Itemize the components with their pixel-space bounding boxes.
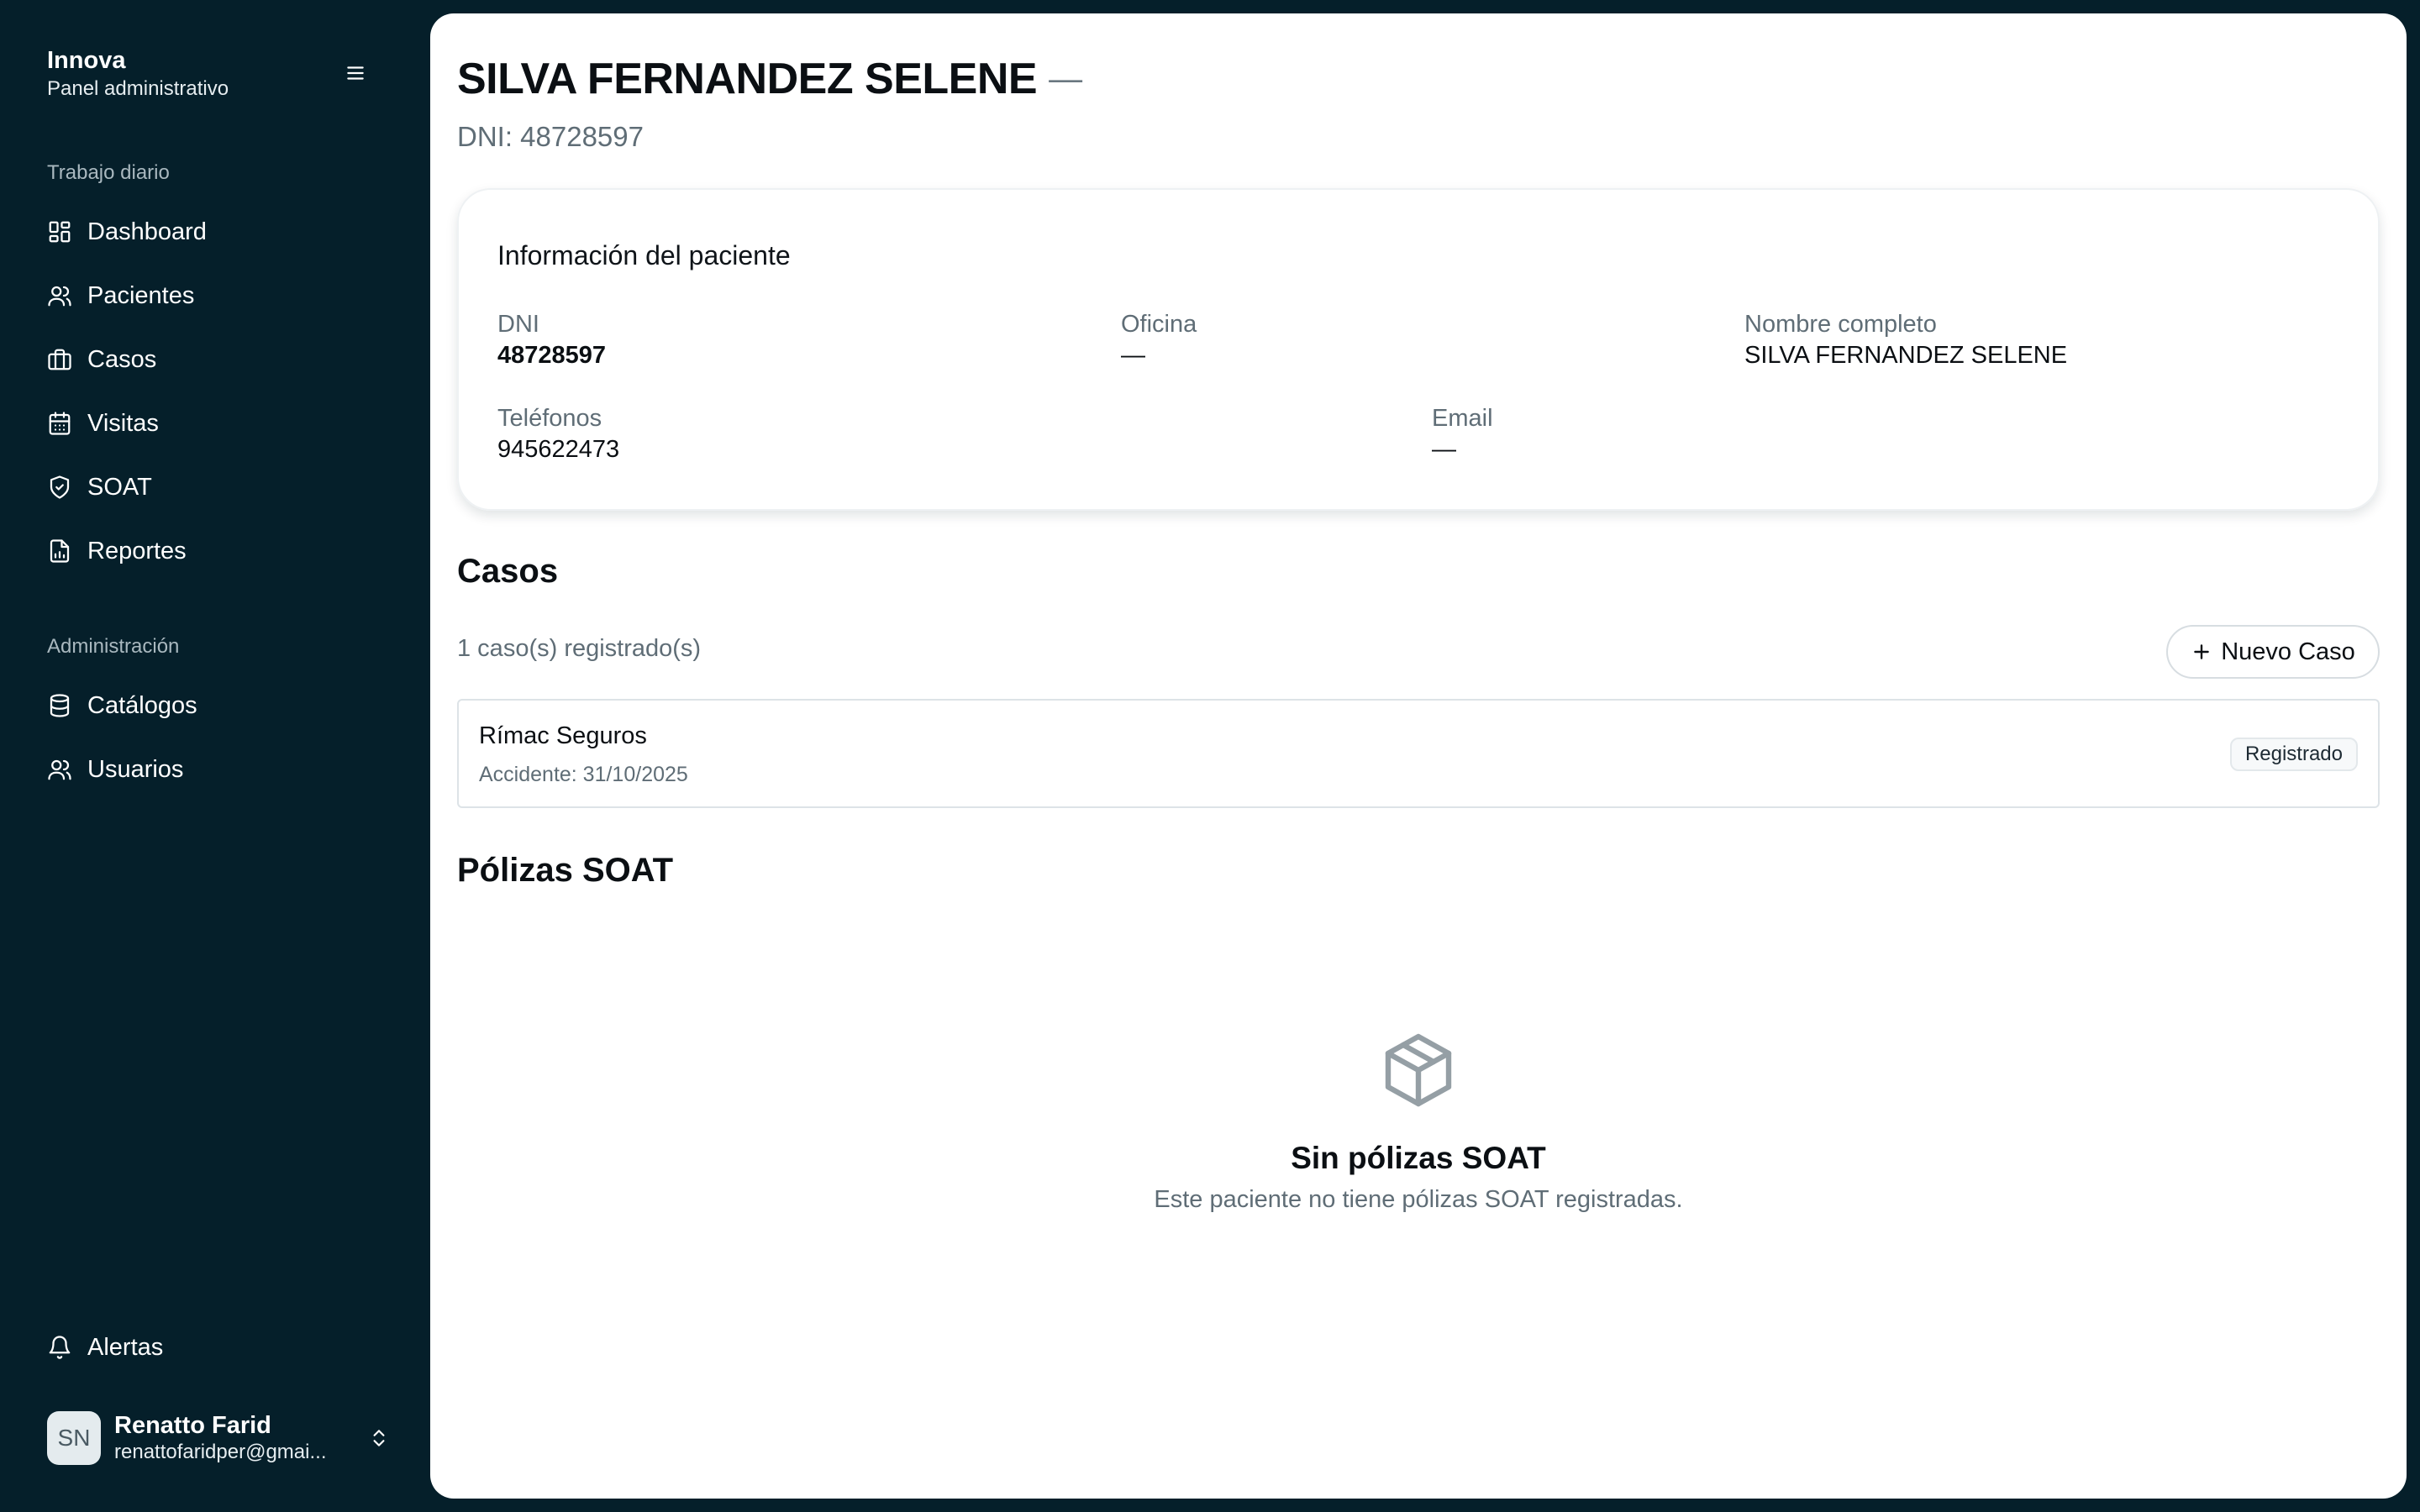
chevrons-up-down-icon[interactable] xyxy=(366,1425,392,1451)
page-title: SILVA FERNANDEZ SELENE xyxy=(457,55,1038,103)
page-subtitle: DNI: 48728597 xyxy=(457,121,644,152)
field-email: Email — xyxy=(1432,403,1493,465)
soat-title: Pólizas SOAT xyxy=(457,852,674,889)
cases-count: 1 caso(s) registrado(s) xyxy=(457,635,702,662)
title-row: SILVA FERNANDEZ SELENE — xyxy=(457,54,1082,104)
sidebar-item-reportes[interactable]: Reportes xyxy=(47,531,400,571)
sidebar-item-catalogos[interactable]: Catálogos xyxy=(47,685,400,726)
sidebar-item-pacientes[interactable]: Pacientes xyxy=(47,276,400,316)
sidebar-item-soat[interactable]: SOAT xyxy=(47,467,400,507)
users-icon xyxy=(47,757,72,782)
sidebar-item-label: Reportes xyxy=(87,537,187,564)
section-label-admin: Administración xyxy=(47,635,180,658)
field-value: SILVA FERNANDEZ SELENE xyxy=(1744,342,2068,369)
field-value: — xyxy=(1121,342,1145,369)
shield-icon xyxy=(47,475,72,500)
user-email: renattofaridper@gmai... xyxy=(114,1441,327,1463)
field-telefonos: Teléfonos 945622473 xyxy=(497,403,619,465)
field-label: Teléfonos xyxy=(497,405,602,432)
users-icon xyxy=(47,283,72,308)
case-row[interactable]: Rímac Seguros Accidente: 31/10/2025 Regi… xyxy=(457,699,2380,808)
section-label-daily: Trabajo diario xyxy=(47,161,170,184)
card-title: Información del paciente xyxy=(497,240,791,270)
field-value: — xyxy=(1432,436,1456,463)
brand: Innova Panel administrativo xyxy=(47,45,229,102)
sidebar-item-usuarios[interactable]: Usuarios xyxy=(47,749,400,790)
brand-name: Innova xyxy=(47,47,126,74)
field-oficina: Oficina — xyxy=(1121,309,1197,371)
sidebar-item-label: SOAT xyxy=(87,473,152,501)
cases-title: Casos xyxy=(457,553,559,590)
sidebar: Innova Panel administrativo Trabajo diar… xyxy=(0,0,430,1512)
plus-icon xyxy=(2191,641,2212,663)
main-panel: SILVA FERNANDEZ SELENE — DNI: 48728597 I… xyxy=(430,13,2407,1499)
user-menu[interactable]: SN Renatto Farid renattofaridper@gmai... xyxy=(47,1411,392,1465)
field-label: Oficina xyxy=(1121,311,1197,338)
empty-text: Este paciente no tiene pólizas SOAT regi… xyxy=(1154,1186,1683,1213)
title-suffix: — xyxy=(1049,60,1083,97)
field-nombre-completo: Nombre completo SILVA FERNANDEZ SELENE xyxy=(1744,309,2067,371)
package-icon xyxy=(1385,1033,1452,1107)
case-insurer: Rímac Seguros xyxy=(479,722,647,749)
calendar-icon xyxy=(47,411,72,436)
soat-empty-state: Sin pólizas SOAT Este paciente no tiene … xyxy=(457,1030,2380,1214)
database-icon xyxy=(47,693,72,718)
sidebar-item-alertas[interactable]: Alertas xyxy=(47,1327,400,1368)
user-name: Renatto Farid xyxy=(114,1412,271,1439)
field-value: 48728597 xyxy=(497,342,607,369)
dashboard-icon xyxy=(47,219,72,244)
new-case-label: Nuevo Caso xyxy=(2221,638,2355,665)
sidebar-item-label: Dashboard xyxy=(87,218,207,245)
sidebar-item-label: Pacientes xyxy=(87,281,195,309)
patient-info-card: Información del paciente DNI 48728597 Of… xyxy=(457,188,2380,511)
status-badge: Registrado xyxy=(2229,738,2358,771)
briefcase-icon xyxy=(47,347,72,372)
user-info: Renatto Farid renattofaridper@gmai... xyxy=(114,1411,366,1465)
field-label: Email xyxy=(1432,405,1493,432)
bell-icon xyxy=(47,1335,72,1360)
field-dni: DNI 48728597 xyxy=(497,309,606,371)
field-value: 945622473 xyxy=(497,436,620,463)
sidebar-item-label: Usuarios xyxy=(87,755,184,783)
sidebar-item-label: Visitas xyxy=(87,409,159,437)
field-label: DNI xyxy=(497,311,539,338)
field-label: Nombre completo xyxy=(1744,311,1937,338)
alerts-label: Alertas xyxy=(87,1333,164,1361)
case-accident-date: Accidente: 31/10/2025 xyxy=(479,763,688,786)
sidebar-item-label: Catálogos xyxy=(87,691,197,719)
empty-title: Sin pólizas SOAT xyxy=(1291,1141,1546,1175)
avatar: SN xyxy=(47,1411,101,1465)
sidebar-item-label: Casos xyxy=(87,345,157,373)
hamburger-icon[interactable] xyxy=(343,60,368,86)
brand-subtitle: Panel administrativo xyxy=(47,77,229,100)
sidebar-item-casos[interactable]: Casos xyxy=(47,339,400,380)
new-case-button[interactable]: Nuevo Caso xyxy=(2166,625,2380,679)
report-icon xyxy=(47,538,72,564)
sidebar-item-visitas[interactable]: Visitas xyxy=(47,403,400,444)
sidebar-item-dashboard[interactable]: Dashboard xyxy=(47,212,400,252)
